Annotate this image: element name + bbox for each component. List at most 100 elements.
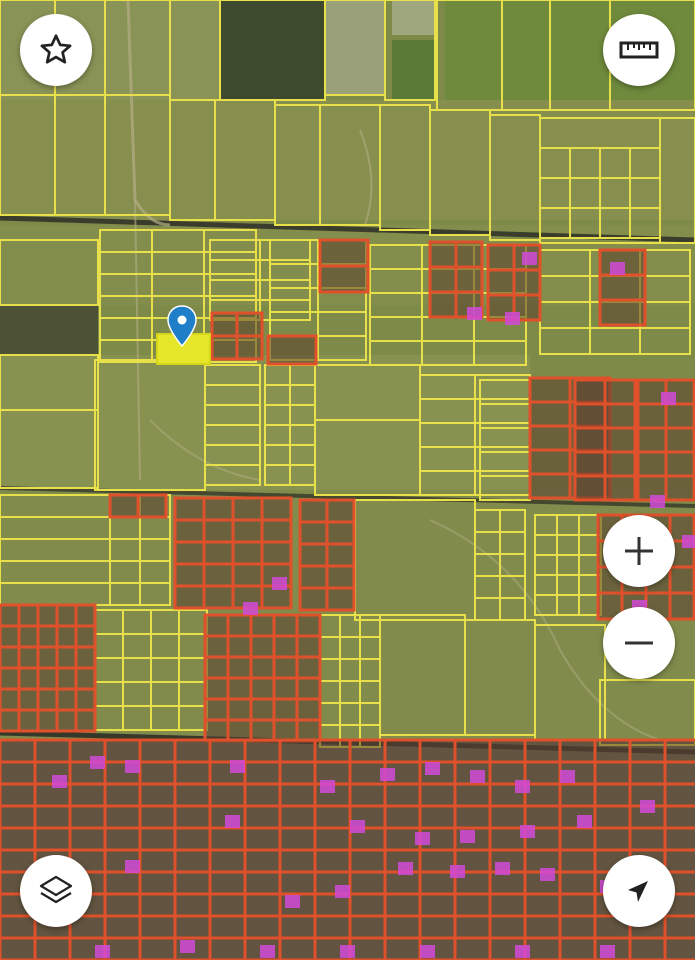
- built-parcel: [558, 914, 597, 940]
- built-parcel: [348, 848, 387, 874]
- building: [340, 945, 355, 958]
- built-parcel: [298, 586, 329, 612]
- built-parcel: [36, 603, 59, 628]
- built-parcel: [243, 848, 282, 874]
- built-parcel: [173, 848, 212, 874]
- built-parcel: [454, 240, 484, 269]
- built-parcel: [558, 848, 597, 874]
- built-parcel: [453, 914, 492, 940]
- built-parcel: [558, 892, 597, 918]
- built-parcel: [243, 804, 282, 830]
- built-parcel: [664, 450, 695, 478]
- built-parcel: [664, 426, 695, 454]
- building: [398, 862, 413, 875]
- built-parcel: [36, 624, 59, 649]
- built-parcel: [203, 613, 230, 638]
- locate-button[interactable]: [603, 855, 675, 927]
- built-parcel: [55, 645, 78, 670]
- built-parcel: [202, 584, 235, 610]
- built-parcel: [453, 936, 492, 960]
- building: [577, 815, 592, 828]
- built-parcel: [231, 518, 264, 544]
- built-parcel: [663, 804, 695, 830]
- ruler-button[interactable]: [603, 14, 675, 86]
- built-parcel: [528, 376, 572, 404]
- map-canvas[interactable]: [0, 0, 695, 960]
- built-parcel: [208, 738, 247, 764]
- building: [682, 535, 695, 548]
- favorite-button[interactable]: [20, 14, 92, 86]
- built-parcel: [55, 687, 78, 712]
- built-parcel: [664, 402, 695, 430]
- zoom-in-button[interactable]: [603, 515, 675, 587]
- built-parcel: [103, 826, 142, 852]
- built-parcel: [636, 402, 668, 430]
- built-parcel: [523, 936, 562, 960]
- built-parcel: [325, 520, 356, 546]
- built-parcel: [348, 782, 387, 808]
- built-parcel: [173, 584, 206, 610]
- built-parcel: [203, 697, 230, 722]
- building: [515, 780, 530, 793]
- built-parcel: [558, 870, 597, 896]
- built-parcel: [17, 624, 40, 649]
- built-parcel: [103, 914, 142, 940]
- built-parcel: [33, 826, 72, 852]
- built-parcel: [210, 311, 239, 338]
- layers-icon: [39, 875, 73, 904]
- built-parcel: [0, 645, 21, 670]
- built-parcel: [202, 518, 235, 544]
- building: [505, 312, 520, 325]
- built-parcel: [226, 718, 253, 743]
- built-parcel: [383, 826, 422, 852]
- built-parcel: [668, 591, 695, 621]
- built-parcel: [348, 914, 387, 940]
- built-parcel: [0, 826, 37, 852]
- built-parcel: [173, 782, 212, 808]
- built-parcel: [74, 687, 97, 712]
- built-parcel: [428, 290, 458, 319]
- built-parcel: [249, 676, 276, 701]
- built-parcel: [0, 708, 21, 733]
- built-parcel: [488, 914, 527, 940]
- built-parcel: [272, 718, 299, 743]
- built-parcel: [486, 268, 516, 297]
- built-parcel: [523, 782, 562, 808]
- built-parcel: [523, 914, 562, 940]
- zoom-out-button[interactable]: [603, 607, 675, 679]
- building: [495, 862, 510, 875]
- built-parcel: [0, 624, 21, 649]
- built-parcel: [325, 586, 356, 612]
- built-parcel: [36, 645, 59, 670]
- built-parcel: [203, 718, 230, 743]
- built-parcel: [325, 564, 356, 590]
- built-parcel: [278, 936, 317, 960]
- built-parcel: [231, 496, 264, 522]
- built-parcel: [298, 542, 329, 568]
- built-parcel: [488, 738, 527, 764]
- built-parcel: [295, 718, 322, 743]
- built-parcel: [173, 496, 206, 522]
- building: [640, 800, 655, 813]
- built-parcel: [295, 613, 322, 638]
- layers-button[interactable]: [20, 855, 92, 927]
- built-parcel: [173, 540, 206, 566]
- built-parcel: [243, 914, 282, 940]
- built-parcel: [663, 782, 695, 808]
- built-parcel: [243, 782, 282, 808]
- built-parcel: [573, 402, 607, 430]
- building: [467, 307, 482, 320]
- built-parcel: [243, 760, 282, 786]
- built-parcel: [628, 760, 667, 786]
- building: [260, 945, 275, 958]
- built-parcel: [208, 782, 247, 808]
- building: [380, 768, 395, 781]
- built-parcel: [33, 936, 72, 960]
- built-parcel: [418, 782, 457, 808]
- built-parcel: [138, 892, 177, 918]
- built-parcel: [266, 334, 318, 366]
- built-parcel: [663, 936, 695, 960]
- built-parcel: [598, 273, 647, 302]
- built-parcel: [103, 892, 142, 918]
- built-parcel: [33, 804, 72, 830]
